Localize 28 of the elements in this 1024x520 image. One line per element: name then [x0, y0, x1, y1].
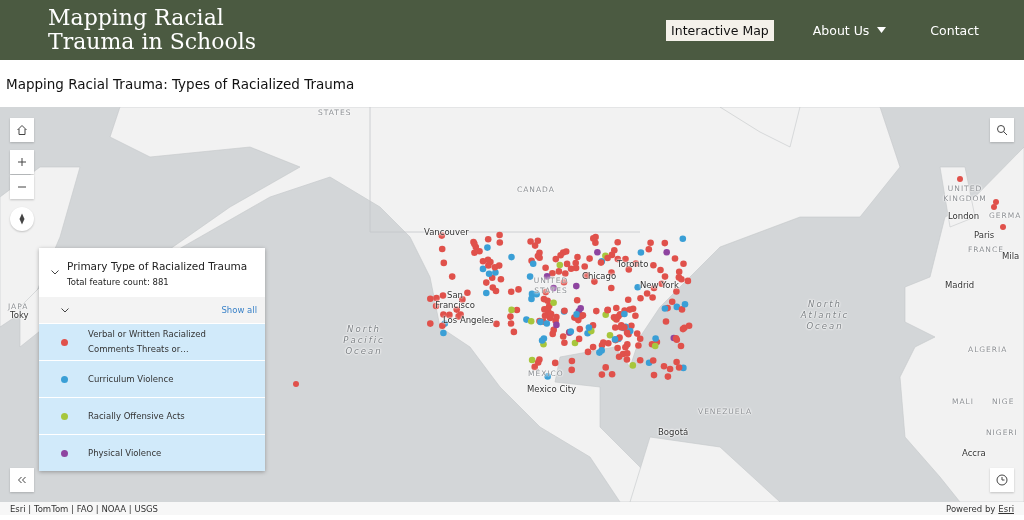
city-label: New York [640, 280, 679, 290]
city-label: Mexico City [527, 384, 577, 394]
city-label: Madrid [945, 280, 975, 290]
attribution-text: Esri | TomTom | FAO | NOAA | USGS [10, 503, 158, 514]
esri-link[interactable]: Esri [998, 503, 1014, 514]
page-title: Mapping Racial Trauma: Types of Racialized Trauma [6, 75, 355, 92]
nav-link[interactable]: About Us [807, 19, 892, 41]
ocean-label: North Atlantic Ocean [799, 299, 851, 332]
legend-item[interactable]: Racially Offensive Acts [39, 397, 265, 434]
city-label: Accra [962, 448, 986, 458]
legend-item[interactable]: Physical Violence [39, 434, 265, 471]
powered-by-text: Powered by [946, 503, 996, 514]
feature-count: Total feature count: 881 [67, 277, 170, 287]
nav-link[interactable]: Contact [925, 19, 984, 41]
city-label: Vancouver [424, 227, 469, 237]
city-label: Bogotá [658, 427, 689, 437]
ocean-label: North Pacific Ocean [342, 324, 386, 357]
show-all-link[interactable]: Show all [221, 305, 257, 315]
city-label: Paris [974, 230, 995, 240]
legend-item[interactable]: Verbal or Written Racialized Comments Threats or… [39, 323, 265, 360]
legend-item[interactable]: Curriculum Violence [39, 360, 265, 397]
site-title: Mapping Racial Trauma in Schools [48, 6, 258, 54]
nav-link[interactable]: Interactive Map [666, 19, 774, 41]
city-label: Mila [1002, 251, 1020, 261]
city-label: Los Angeles [443, 315, 494, 325]
city-label: Toky [10, 310, 29, 320]
city-label: London [948, 211, 980, 221]
legend-title: Primary Type of Racialized Trauma [67, 260, 248, 272]
